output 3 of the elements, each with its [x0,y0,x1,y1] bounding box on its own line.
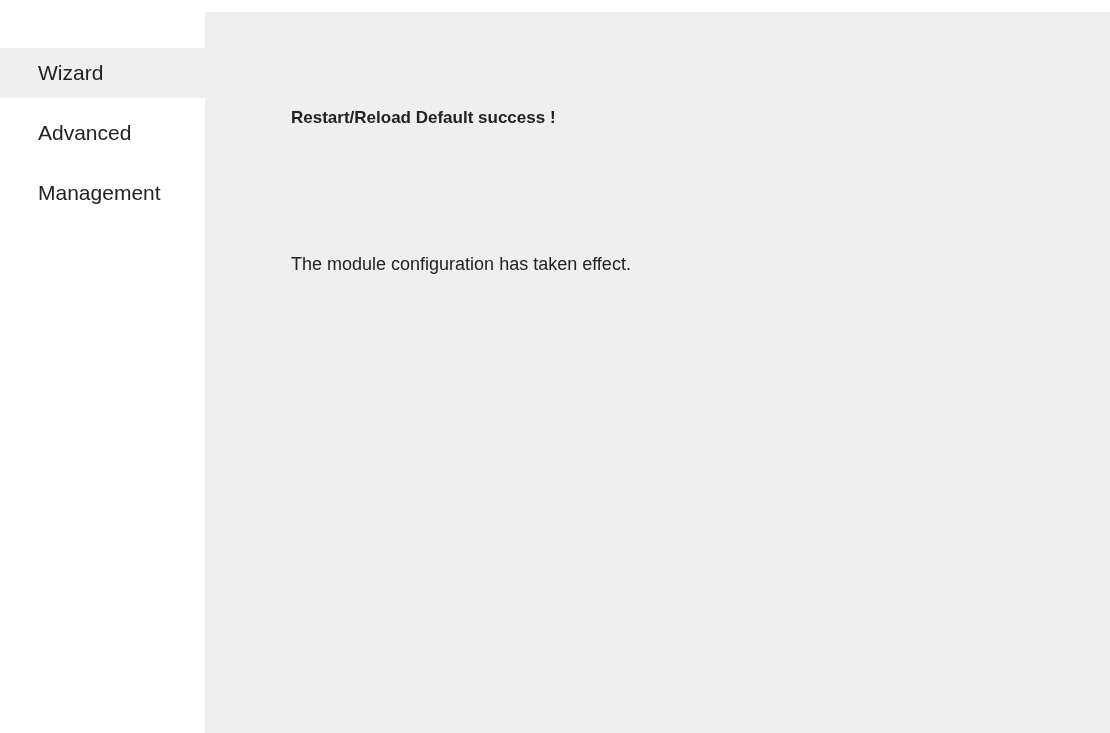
sidebar-item[interactable]: Wizard [0,48,205,98]
status-title: Restart/Reload Default success ! [291,107,557,129]
status-message: The module configuration has taken effect. [291,252,632,276]
